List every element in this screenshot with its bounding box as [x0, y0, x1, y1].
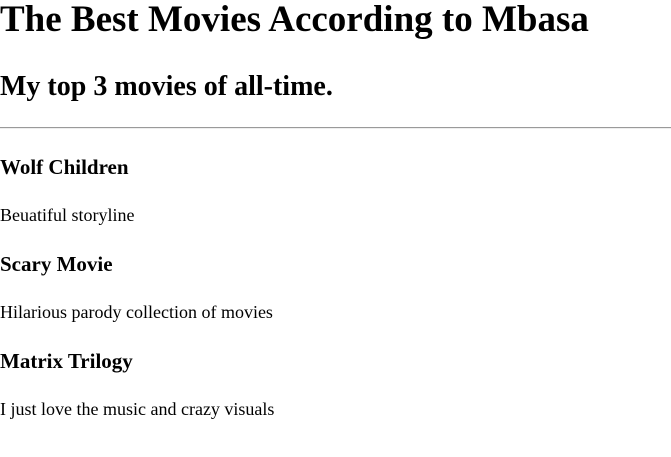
movie-description: I just love the music and crazy visuals: [0, 399, 275, 419]
page-title: The Best Movies According to Mbasa: [0, 0, 589, 40]
movie-title: Matrix Trilogy: [0, 349, 133, 373]
movie-description: Beuatiful storyline: [0, 205, 135, 225]
movie-item-scary-movie: Scary Movie Hilarious parody collection …: [0, 249, 671, 346]
movie-item-wolf-children: Wolf Children Beuatiful storyline: [0, 152, 671, 249]
movie-list: Wolf Children Beuatiful storyline Scary …: [0, 152, 671, 443]
divider: [0, 127, 671, 129]
movie-description: Hilarious parody collection of movies: [0, 302, 273, 322]
movie-item-matrix-trilogy: Matrix Trilogy I just love the music and…: [0, 346, 671, 443]
movie-title: Wolf Children: [0, 155, 129, 179]
page: The Best Movies According to Mbasa My to…: [0, 0, 671, 457]
movie-title: Scary Movie: [0, 252, 113, 276]
page-subtitle: My top 3 movies of all-time.: [0, 71, 333, 102]
